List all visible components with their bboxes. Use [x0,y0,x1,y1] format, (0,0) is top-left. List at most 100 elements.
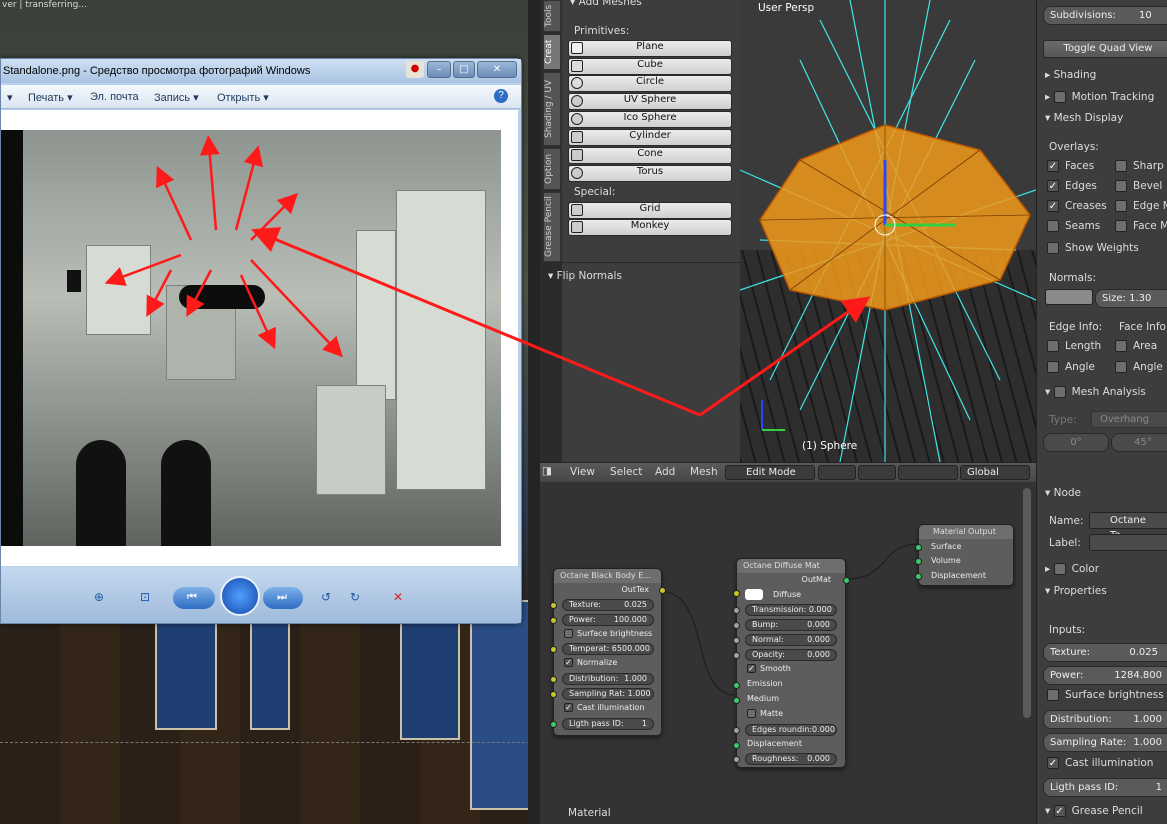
material-output-node[interactable]: Material Output Surface Volume Displacem… [915,524,1014,586]
add-cylinder-button[interactable]: Cylinder [568,129,732,146]
sampling-rate-field[interactable]: Sampling Rate: 1.000 [1043,733,1167,752]
add-circle-button[interactable]: Circle [568,75,732,92]
photo-viewer-window[interactable]: Standalone.png - Средство просмотра фото… [0,58,522,624]
length-checkbox[interactable]: Length [1047,340,1101,352]
add-uv-sphere-button[interactable]: UV Sphere [568,93,732,110]
next-button[interactable]: ⏭ [263,587,303,609]
input-socket[interactable] [733,607,740,614]
texture-field[interactable]: Texture: 0.025 [1043,643,1167,662]
texture-field[interactable]: Texture: 0.025 [562,599,654,611]
input-socket[interactable] [550,676,557,683]
menu-arrow-icon[interactable]: ▾ [7,91,13,104]
roughness-field[interactable]: Roughness: 0.000 [745,753,837,765]
subdivisions-field[interactable]: Subdivisions: 10 [1043,6,1167,25]
menu-add[interactable]: Add [655,466,675,478]
show-weights-checkbox[interactable]: Show Weights [1047,242,1139,254]
grease-pencil-header[interactable]: ▾ ✓ Grease Pencil [1045,805,1143,817]
add-monkey-button[interactable]: Monkey [568,219,732,236]
pin-icon[interactable]: ● [406,61,424,78]
output-socket[interactable] [659,587,666,594]
add-cube-button[interactable]: Cube [568,58,732,75]
toggle-quad-view-button[interactable]: Toggle Quad View [1043,40,1167,58]
tab-tools[interactable]: Tools [543,0,561,32]
editor-type-icon[interactable]: ◨ [542,465,552,477]
edges-checkbox[interactable]: ✓ Edges [1047,180,1097,192]
manipulator-buttons[interactable] [898,465,958,480]
previous-button[interactable]: ⏮ [173,587,215,609]
mesh-analysis-header[interactable]: ▾ Mesh Analysis [1045,386,1146,398]
add-torus-button[interactable]: Torus [568,165,732,182]
output-socket[interactable] [843,577,850,584]
tab-options[interactable]: Option [543,148,561,190]
add-meshes-header[interactable]: ▾ Add Meshes [570,0,642,8]
input-socket[interactable] [733,652,740,659]
3d-viewport[interactable]: User Persp (1) Sphere [740,0,1036,462]
mode-dropdown[interactable]: Edit Mode [725,465,815,480]
delete-icon[interactable]: ✕ [386,587,410,607]
color-header[interactable]: ▸ Color [1045,563,1099,575]
orientation-dropdown[interactable]: Global [960,465,1030,480]
close-button[interactable]: ✕ [477,61,517,78]
analysis-type-dropdown[interactable]: Overhang [1091,411,1167,428]
light-pass-id-field[interactable]: Ligth pass ID: 1 [1043,778,1167,797]
input-socket[interactable] [550,691,557,698]
rotate-right-icon[interactable]: ↻ [343,587,367,607]
input-socket[interactable] [733,590,740,597]
displacement-input-socket[interactable] [733,742,740,749]
rotate-left-icon[interactable]: ↺ [314,587,338,607]
cast-illumination-checkbox[interactable]: ✓ Cast illumination [564,703,644,712]
normalize-checkbox[interactable]: ✓ Normalize [564,658,617,667]
input-socket[interactable] [550,721,557,728]
help-icon[interactable]: ? [494,89,508,103]
medium-input-socket[interactable] [733,697,740,704]
temperature-field[interactable]: Temperat: 6500.000 [562,643,654,655]
tab-create[interactable]: Creat [543,34,561,70]
menu-mesh[interactable]: Mesh [690,466,718,478]
menu-select[interactable]: Select [610,466,642,478]
menu-open[interactable]: Открыть ▾ [217,91,269,104]
bump-field[interactable]: Bump: 0.000 [745,619,837,631]
motion-tracking-checkbox[interactable] [1053,91,1066,103]
distribution-field[interactable]: Distribution: 1.000 [562,673,654,685]
area-checkbox[interactable]: Area [1115,340,1157,352]
creases-checkbox[interactable]: ✓ Creases [1047,200,1107,212]
tab-grease-pencil[interactable]: Grease Pencil [543,192,561,262]
surface-brightness-checkbox[interactable]: Surface brightness [564,629,652,638]
normal-field[interactable]: Normal: 0.000 [745,634,837,646]
node-label-field[interactable] [1089,534,1167,551]
color-checkbox[interactable] [1053,563,1066,575]
diffuse-material-node[interactable]: Octane Diffuse Mat OutMat Diffuse Transm… [733,558,850,768]
slideshow-button[interactable] [220,576,260,616]
face-marks-checkbox[interactable]: Face M [1115,220,1167,232]
mesh-analysis-checkbox[interactable] [1053,386,1066,398]
input-socket[interactable] [550,646,557,653]
sharp-checkbox[interactable]: Sharp [1115,160,1164,172]
surface-brightness-checkbox[interactable]: Surface brightness [1047,689,1164,701]
sampling-rate-field[interactable]: Sampling Rat: 1.000 [562,688,654,700]
minimize-button[interactable]: – [427,61,451,78]
light-pass-id-field[interactable]: Ligth pass ID: 1 [562,718,654,730]
input-socket[interactable] [733,637,740,644]
transmission-field[interactable]: Transmission: 0.000 [745,604,837,616]
angle-max-field[interactable]: 45° [1111,433,1167,452]
blackbody-node[interactable]: Octane Black Body E... OutTex Texture: 0.… [550,568,666,736]
power-field[interactable]: Power: 1284.800 [1043,666,1167,685]
zoom-icon[interactable]: ⊕ [87,587,111,607]
matte-checkbox[interactable]: Matte [747,709,783,718]
node-name-field[interactable]: Octane Te... [1089,512,1167,541]
emission-input-socket[interactable] [733,682,740,689]
edges-rounding-field[interactable]: Edges roundin:0.000 [745,724,837,736]
node-editor[interactable]: Material Octane Black Body E... OutTex T… [540,482,1036,824]
volume-input-socket[interactable] [915,558,922,565]
input-socket[interactable] [733,756,740,763]
seams-checkbox[interactable]: Seams [1047,220,1100,232]
bevel-checkbox[interactable]: Bevel [1115,180,1162,192]
input-socket[interactable] [550,617,557,624]
cast-illumination-checkbox[interactable]: ✓ Cast illumination [1047,757,1153,769]
menu-print[interactable]: Печать ▾ [28,91,73,104]
displacement-input-socket[interactable] [915,573,922,580]
add-grid-button[interactable]: Grid [568,202,732,219]
opacity-field[interactable]: Opacity: 0.000 [745,649,837,661]
maximize-button[interactable]: □ [453,61,475,78]
menu-burn[interactable]: Запись ▾ [154,91,199,104]
